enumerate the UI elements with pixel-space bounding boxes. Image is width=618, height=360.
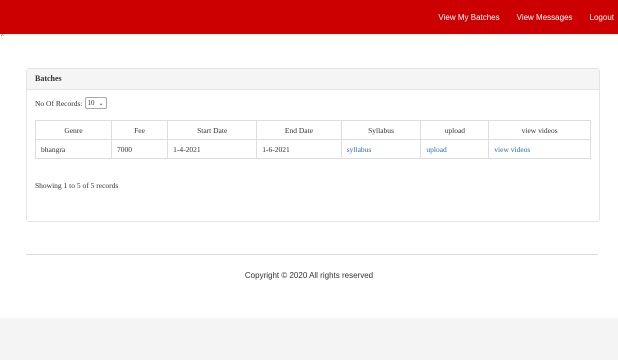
- table-row: bhangra 7000 1-4-2021 1-6-2021 syllabus …: [35, 139, 591, 159]
- nav-view-my-batches[interactable]: View My Batches: [438, 13, 499, 22]
- footer-divider: [26, 254, 598, 255]
- records-select[interactable]: 10 ⌄: [84, 97, 107, 109]
- nav-menu: View My Batches View Messages Logout: [421, 0, 614, 34]
- col-start-date[interactable]: Start Date: [167, 120, 258, 140]
- col-end-date[interactable]: End Date: [256, 120, 342, 140]
- copyright-text: Copyright © 2020 All rights reserved: [244, 271, 374, 280]
- col-syllabus[interactable]: Syllabus: [340, 120, 422, 140]
- chevron-down-icon: ⌄: [98, 100, 104, 107]
- nav-view-messages[interactable]: View Messages: [517, 13, 573, 22]
- main-content: Batches No Of Records: 10 ⌄ Genre Fee St…: [0, 36, 618, 318]
- col-upload[interactable]: upload: [420, 120, 490, 140]
- top-navbar: View My Batches View Messages Logout: [0, 0, 618, 34]
- records-label: No Of Records:: [35, 98, 83, 108]
- col-fee[interactable]: Fee: [110, 120, 169, 140]
- cell-fee: 7000: [110, 139, 169, 159]
- batches-table: Genre Fee Start Date End Date Syllabus u…: [35, 120, 591, 159]
- records-value: 10: [87, 99, 95, 107]
- records-control: No Of Records: 10 ⌄: [35, 97, 107, 109]
- view-videos-link[interactable]: view videos: [488, 139, 591, 159]
- nav-logout[interactable]: Logout: [590, 13, 614, 22]
- col-view-videos[interactable]: view videos: [488, 120, 591, 140]
- cell-start-date: 1-4-2021: [167, 139, 258, 159]
- syllabus-link[interactable]: syllabus: [340, 139, 422, 159]
- panel-title: Batches: [27, 69, 599, 90]
- col-genre[interactable]: Genre: [35, 120, 112, 140]
- batches-panel: Batches No Of Records: 10 ⌄ Genre Fee St…: [26, 68, 600, 222]
- cell-genre: bhangra: [35, 139, 112, 159]
- cell-end-date: 1-6-2021: [256, 139, 342, 159]
- records-summary: Showing 1 to 5 of 5 records: [35, 181, 119, 190]
- upload-link[interactable]: upload: [420, 139, 490, 159]
- table-header-row: Genre Fee Start Date End Date Syllabus u…: [35, 120, 591, 140]
